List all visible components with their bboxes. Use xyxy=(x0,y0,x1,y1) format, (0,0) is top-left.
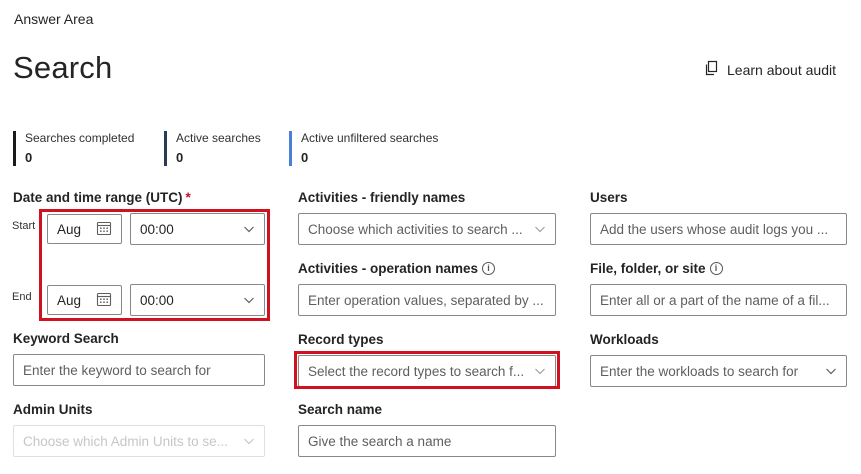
stat-active-searches: Active searches 0 xyxy=(164,131,261,166)
page-title: Search xyxy=(13,50,113,85)
activities-friendly-names-placeholder: Choose which activities to search ... xyxy=(308,221,523,237)
search-name-label: Search name xyxy=(298,402,383,417)
calendar-icon[interactable] xyxy=(96,220,112,239)
date-range-label: Date and time range (UTC) * xyxy=(13,190,191,205)
workloads-label: Workloads xyxy=(590,332,659,347)
activities-friendly-names-label: Activities - friendly names xyxy=(298,190,466,205)
file-folder-site-label: File, folder, or site i xyxy=(590,261,723,276)
start-label: Start xyxy=(12,220,36,232)
workloads-dropdown[interactable]: Enter the workloads to search for xyxy=(590,355,847,387)
info-icon[interactable]: i xyxy=(482,261,496,275)
end-date-value: Aug xyxy=(57,292,82,308)
chevron-down-icon xyxy=(825,365,837,377)
start-time-dropdown[interactable]: 00:00 xyxy=(130,213,265,245)
workloads-placeholder: Enter the workloads to search for xyxy=(600,363,799,379)
users-input[interactable]: Add the users whose audit logs you ... xyxy=(590,213,847,245)
record-types-label: Record types xyxy=(298,332,384,347)
learn-about-audit-link[interactable]: Learn about audit xyxy=(704,60,836,79)
file-folder-site-label-text: File, folder, or site xyxy=(590,261,706,276)
chevron-down-icon xyxy=(243,223,255,235)
chevron-down-icon xyxy=(243,294,255,306)
chevron-down-icon xyxy=(534,223,546,235)
activities-operation-names-label: Activities - operation names i xyxy=(298,261,496,276)
search-name-placeholder: Give the search a name xyxy=(308,433,452,449)
start-date-picker[interactable]: Aug xyxy=(47,214,122,244)
activities-operation-names-label-text: Activities - operation names xyxy=(298,261,479,276)
activities-operation-names-placeholder: Enter operation values, separated by ... xyxy=(308,292,544,308)
stat-value: 0 xyxy=(25,150,33,165)
search-name-input[interactable]: Give the search a name xyxy=(298,425,556,457)
stat-searches-completed: Searches completed 0 xyxy=(13,131,134,166)
stat-label: Active searches xyxy=(176,131,261,145)
stat-value: 0 xyxy=(176,150,184,165)
end-time-dropdown[interactable]: 00:00 xyxy=(130,284,265,316)
learn-link-label: Learn about audit xyxy=(727,61,836,78)
chevron-down-icon xyxy=(243,435,255,447)
record-types-dropdown[interactable]: Select the record types to search f... xyxy=(298,355,556,387)
start-date-value: Aug xyxy=(57,221,82,237)
stat-active-unfiltered-searches: Active unfiltered searches 0 xyxy=(289,131,438,166)
start-time-value: 00:00 xyxy=(140,221,174,237)
end-label: End xyxy=(12,291,32,303)
activities-operation-names-input[interactable]: Enter operation values, separated by ... xyxy=(298,284,556,316)
calendar-icon[interactable] xyxy=(96,291,112,310)
keyword-search-placeholder: Enter the keyword to search for xyxy=(23,362,211,378)
keyword-search-input[interactable]: Enter the keyword to search for xyxy=(13,354,265,386)
stat-value: 0 xyxy=(301,150,309,165)
document-copy-icon xyxy=(704,60,720,79)
date-range-label-text: Date and time range (UTC) xyxy=(13,190,183,205)
admin-units-label: Admin Units xyxy=(13,402,93,417)
record-types-placeholder: Select the record types to search f... xyxy=(308,363,525,379)
file-folder-site-input[interactable]: Enter all or a part of the name of a fil… xyxy=(590,284,847,316)
file-folder-site-placeholder: Enter all or a part of the name of a fil… xyxy=(600,292,830,308)
admin-units-dropdown[interactable]: Choose which Admin Units to se... xyxy=(13,425,265,457)
activities-friendly-names-dropdown[interactable]: Choose which activities to search ... xyxy=(298,213,556,245)
info-icon[interactable]: i xyxy=(709,261,723,275)
end-time-value: 00:00 xyxy=(140,292,174,308)
keyword-search-label: Keyword Search xyxy=(13,331,119,346)
users-placeholder: Add the users whose audit logs you ... xyxy=(600,221,829,237)
chevron-down-icon xyxy=(534,365,546,377)
required-marker: * xyxy=(185,190,191,205)
stat-label: Active unfiltered searches xyxy=(301,131,439,145)
answer-area-heading: Answer Area xyxy=(14,11,94,27)
stat-label: Searches completed xyxy=(25,131,135,145)
users-label: Users xyxy=(590,190,628,205)
end-date-picker[interactable]: Aug xyxy=(47,285,122,315)
admin-units-placeholder: Choose which Admin Units to se... xyxy=(23,433,228,449)
